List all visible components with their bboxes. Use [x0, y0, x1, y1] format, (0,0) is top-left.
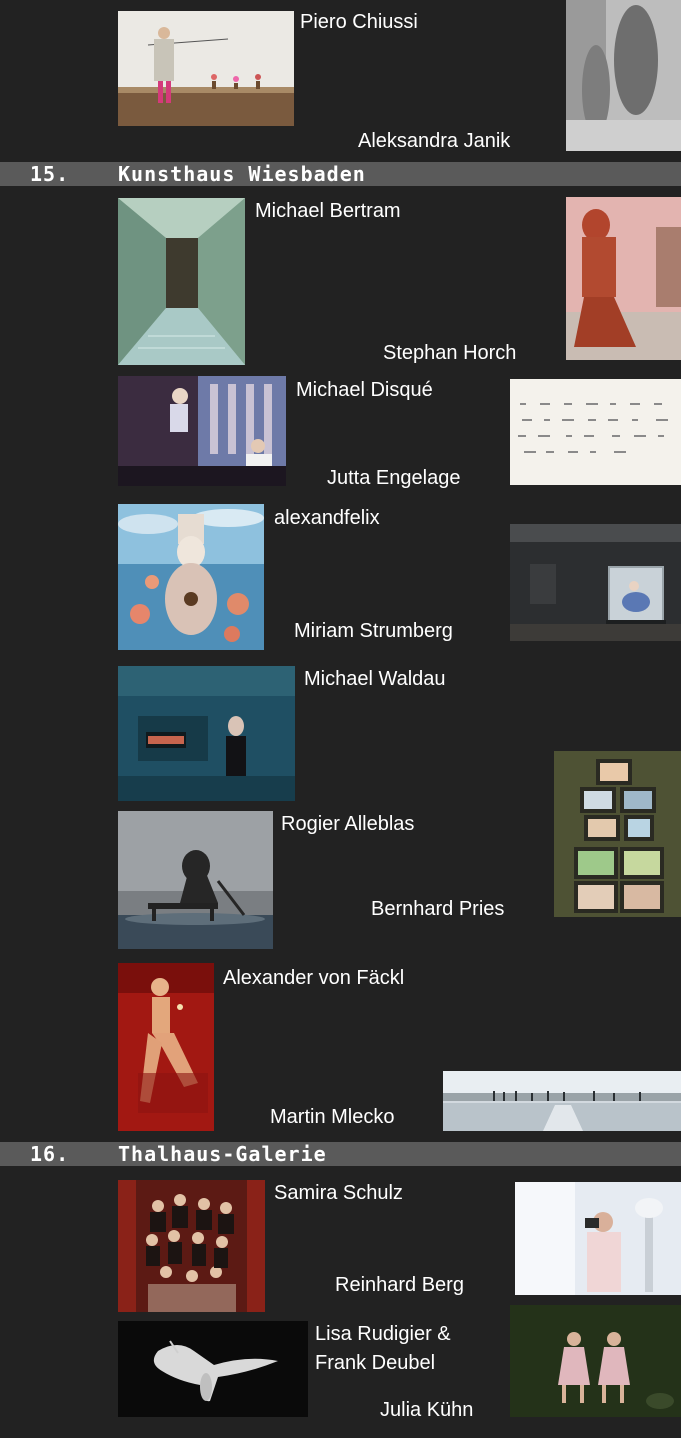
artist-name-michael-disque[interactable]: Michael Disqué: [296, 378, 433, 402]
artwork-michael-bertram[interactable]: [118, 198, 245, 365]
section-title[interactable]: Thalhaus-Galerie: [118, 1142, 327, 1166]
artist-name-stephan-horch[interactable]: Stephan Horch: [383, 341, 516, 365]
artist-name-alexander-von-fackl[interactable]: Alexander von Fäckl: [223, 966, 404, 990]
section-title[interactable]: Kunsthaus Wiesbaden: [118, 162, 366, 186]
artwork-stephan-horch[interactable]: [566, 197, 681, 360]
artwork-lisa-rudigier-frank-deubel[interactable]: [118, 1321, 308, 1417]
artist-name-reinhard-berg[interactable]: Reinhard Berg: [335, 1273, 464, 1297]
artist-name-martin-mlecko[interactable]: Martin Mlecko: [270, 1105, 394, 1129]
artist-name-piero-chiussi[interactable]: Piero Chiussi: [300, 10, 418, 34]
section-header-15: 15. Kunsthaus Wiesbaden: [0, 162, 681, 186]
artwork-michael-waldau[interactable]: [118, 666, 295, 801]
artist-name-samira-schulz[interactable]: Samira Schulz: [274, 1181, 403, 1205]
artwork-miriam-strumberg[interactable]: [510, 524, 681, 641]
artist-name-jutta-engelage[interactable]: Jutta Engelage: [327, 466, 460, 490]
artwork-piero-chiussi[interactable]: [118, 11, 294, 126]
artwork-julia-kuhn[interactable]: [510, 1305, 681, 1417]
artwork-martin-mlecko[interactable]: [443, 1071, 681, 1131]
artwork-reinhard-berg[interactable]: [515, 1182, 681, 1295]
artwork-aleksandra-janik[interactable]: [566, 0, 681, 151]
artist-name-aleksandra-janik[interactable]: Aleksandra Janik: [358, 129, 510, 153]
artist-name-julia-kuhn[interactable]: Julia Kühn: [380, 1398, 473, 1422]
artwork-michael-disque[interactable]: [118, 376, 286, 486]
artist-name-lisa-rudigier-line1[interactable]: Lisa Rudigier &: [315, 1322, 451, 1346]
artwork-alexander-von-fackl[interactable]: [118, 963, 214, 1131]
section-number: 15.: [30, 162, 70, 186]
artist-name-frank-deubel-line2[interactable]: Frank Deubel: [315, 1351, 435, 1375]
artwork-samira-schulz[interactable]: [118, 1180, 265, 1312]
artwork-bernhard-pries[interactable]: [554, 751, 681, 917]
section-number: 16.: [30, 1142, 70, 1166]
artwork-jutta-engelage[interactable]: [510, 379, 681, 485]
artist-name-rogier-alleblas[interactable]: Rogier Alleblas: [281, 812, 414, 836]
artist-name-miriam-strumberg[interactable]: Miriam Strumberg: [294, 619, 453, 643]
artist-name-bernhard-pries[interactable]: Bernhard Pries: [371, 897, 504, 921]
section-header-16: 16. Thalhaus-Galerie: [0, 1142, 681, 1166]
artist-name-michael-waldau[interactable]: Michael Waldau: [304, 667, 446, 691]
artist-name-michael-bertram[interactable]: Michael Bertram: [255, 199, 401, 223]
artwork-rogier-alleblas[interactable]: [118, 811, 273, 949]
artist-name-alexandfelix[interactable]: alexandfelix: [274, 506, 380, 530]
artwork-alexandfelix[interactable]: [118, 504, 264, 650]
